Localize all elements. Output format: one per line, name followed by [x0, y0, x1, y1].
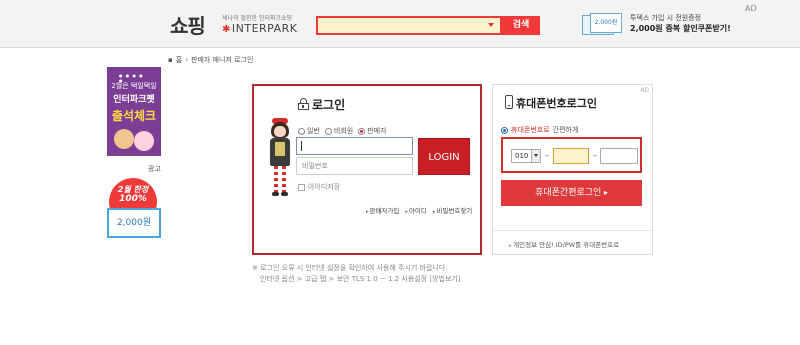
login-button[interactable]: LOGIN [418, 138, 470, 175]
coupon-banner[interactable]: 2월 한정 100% 2,000원 [107, 172, 161, 240]
login-type-radios: 일반 비회원 판매자 [298, 126, 387, 136]
radio-seller[interactable]: 판매자 [358, 126, 387, 136]
find-password-link[interactable]: 비밀번호찾기 [433, 205, 472, 215]
find-id-link[interactable]: 아이디 [405, 205, 427, 215]
phone-login-title: 휴대폰번호로그인 [516, 97, 597, 110]
phone-number-group: 010 – – [501, 137, 642, 173]
notice-line2[interactable]: 인터넷 옵션 > 고급 탭 > 보안 TLS 1.0 ~ 1.2 사용설정 [방… [252, 274, 461, 285]
promo-line1[interactable]: 투덱스 가입 시 전원증정 [630, 13, 701, 23]
chevron-down-icon[interactable] [488, 23, 494, 27]
banner2-line2: 100% [119, 194, 147, 204]
search-button[interactable]: 검색 [502, 16, 540, 35]
ad-label: AD [745, 4, 757, 13]
id-field[interactable] [296, 137, 413, 155]
breadcrumb: ▪ 홈 › 판매자 매니저 로그인 [168, 55, 256, 65]
phone-login-panel: AD 휴대폰번호로그인 휴대폰번호로 간편하게 010 – – 휴대폰간편로그인… [492, 84, 653, 255]
banner2-coupon: 2,000원 [107, 208, 161, 238]
dog-icon [114, 129, 134, 149]
login-title: 로그인 [312, 98, 346, 112]
notice-line1: ※ 로그인 오류 시 인터넷 설정을 확인하여 사용해 주시기 바랍니다. [252, 264, 448, 272]
login-links: 판매자가입 아이디 비밀번호찾기 [366, 205, 473, 215]
top-header: 쇼핑 세나의 절친한 인터파크쇼핑 ✱INTERPARK 검색 2,000원 투… [0, 0, 800, 48]
cat-icon [134, 131, 154, 151]
logo-shopping[interactable]: 쇼핑 [170, 10, 206, 39]
logo-tagline: 세나의 절친한 인터파크쇼핑 [222, 15, 293, 22]
lock-icon [298, 98, 309, 110]
promo-line2[interactable]: 2,000원 중복 할인쿠폰받기! [630, 23, 731, 34]
banner-line2: 인터파크펫 [113, 95, 155, 105]
radio-general[interactable]: 일반 [298, 126, 320, 136]
seller-signup-link[interactable]: 판매자가입 [366, 205, 400, 215]
pets-image [112, 125, 156, 153]
login-panel: 로그인 일반 비회원 판매자 비밀번호 LOGIN 아이디저장 판매자가입 아이… [252, 84, 482, 255]
pet-attendance-banner[interactable]: ● ● ● ● ● 2월은 택일택일 인터파크펫 출석체크 [107, 67, 161, 156]
star-icon: ✱ [222, 24, 231, 35]
phone-middle-input[interactable] [553, 148, 589, 164]
phone-login-button[interactable]: 휴대폰간편로그인 [501, 180, 642, 206]
banner-line3: 출석체크 [111, 109, 157, 123]
banner-line1: 2월은 택일택일 [111, 82, 157, 90]
dots-decoration: ● ● ● ● ● [119, 73, 144, 83]
search-input[interactable] [316, 16, 502, 35]
phone-radio[interactable]: 휴대폰번호로 간편하게 [501, 125, 578, 135]
radio-nonmember[interactable]: 비회원 [324, 126, 353, 136]
coupon-icon[interactable]: 2,000원 [582, 13, 624, 35]
checkbox-icon[interactable] [298, 183, 305, 191]
phone-ad-label: AD [640, 87, 649, 94]
login-notice: ※ 로그인 오류 시 인터넷 설정을 확인하여 사용해 주시기 바랍니다. 인터… [252, 263, 461, 285]
phone-footer-text[interactable]: 개인정보 안심! ID/PW를 휴대폰번호로 [493, 230, 652, 249]
breadcrumb-current: 판매자 매니저 로그인 [191, 56, 254, 64]
character-illustration [266, 118, 294, 208]
phone-prefix-select[interactable]: 010 [511, 149, 541, 163]
phone-last-input[interactable] [600, 148, 638, 164]
phone-icon [505, 95, 513, 109]
dash: – [593, 151, 597, 160]
logo-interpark[interactable]: ✱INTERPARK [222, 22, 298, 35]
home-icon: ▪ [168, 56, 173, 64]
chevron-down-icon[interactable] [531, 150, 540, 162]
save-id-checkbox[interactable]: 아이디저장 [298, 182, 340, 192]
breadcrumb-home[interactable]: 홈 [176, 56, 182, 64]
dash: – [545, 151, 549, 160]
password-field[interactable]: 비밀번호 [296, 157, 413, 175]
chevron-right-icon: › [185, 56, 189, 64]
